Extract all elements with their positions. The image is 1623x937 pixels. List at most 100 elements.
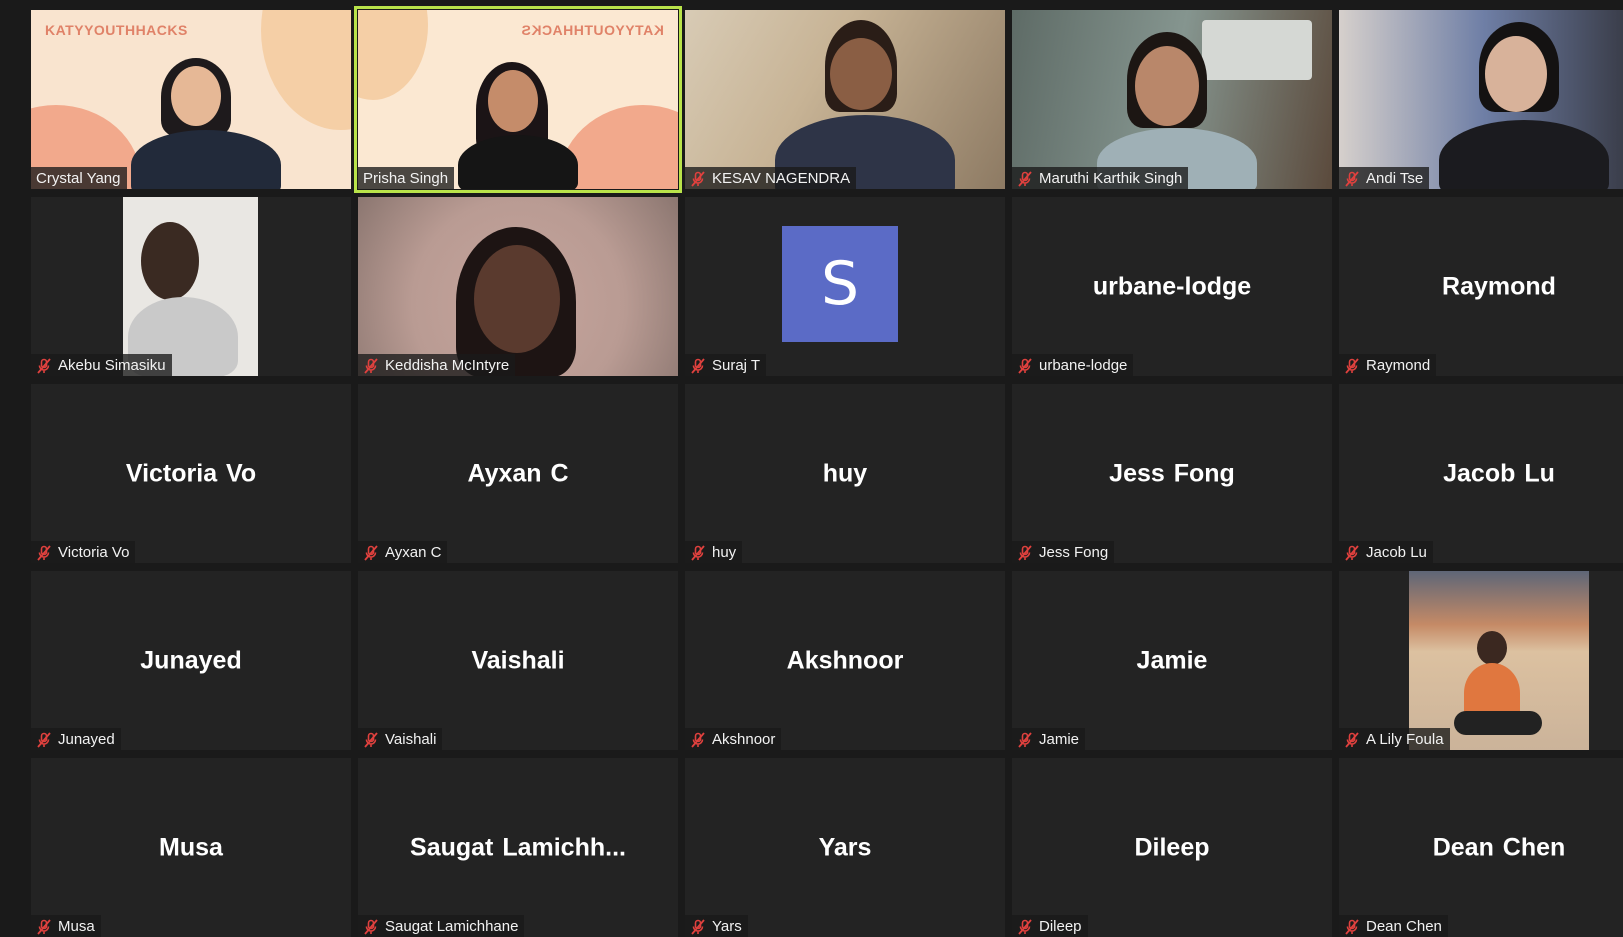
participant-display-name: urbane-lodge (1092, 272, 1252, 300)
participant-tile[interactable]: KATYYOUTHHACKS Crystal Yang (31, 10, 351, 189)
microphone-muted-icon (1018, 544, 1032, 561)
participant-name-label: Vaishali (358, 728, 443, 750)
participant-tile[interactable]: Vaishali Vaishali (358, 571, 678, 750)
participant-display-name: Musa (159, 833, 223, 861)
participant-tile[interactable]: Jacob Lu Jacob Lu (1339, 384, 1623, 563)
participant-display-name: Raymond (1442, 272, 1556, 300)
participant-display-name: Jamie (1136, 646, 1208, 674)
participant-name-label: Musa (31, 915, 101, 937)
participant-display-name: Jess Fong (1109, 459, 1235, 487)
participant-name-label: Victoria Vo (31, 541, 136, 563)
video-feed (1339, 10, 1623, 189)
participant-name-label: huy (685, 541, 743, 563)
participant-tile[interactable]: Jess Fong Jess Fong (1012, 384, 1332, 563)
participant-display-name: Dileep (1134, 833, 1210, 861)
participant-name-label: Jamie (1012, 728, 1086, 750)
microphone-muted-icon (364, 918, 378, 935)
participant-tile[interactable]: urbane-lodge urbane-lodge (1012, 197, 1332, 376)
participant-tile[interactable]: Saugat Lamichh... Saugat Lamichhane (358, 758, 678, 937)
brand-text: KATYYOUTHHACKS (521, 22, 664, 38)
participant-tile[interactable]: Raymond Raymond (1339, 197, 1623, 376)
microphone-muted-icon (37, 731, 51, 748)
participant-display-name: Akshnoor (786, 646, 904, 674)
participant-display-name: Ayxan C (467, 459, 569, 487)
microphone-muted-icon (1345, 357, 1359, 374)
participant-name-label: Dean Chen (1339, 915, 1448, 937)
video-feed (685, 10, 1005, 189)
participant-tile[interactable]: Musa Musa (31, 758, 351, 937)
participant-tile[interactable]: Junayed Junayed (31, 571, 351, 750)
avatar: S (782, 226, 898, 342)
participant-name-label: Maruthi Karthik Singh (1012, 167, 1189, 189)
microphone-muted-icon (1018, 357, 1032, 374)
video-feed: KATYYOUTHHACKS (31, 10, 351, 189)
participant-tile[interactable]: Dean Chen Dean Chen (1339, 758, 1623, 937)
video-feed (1409, 571, 1589, 750)
participant-display-name: Yars (818, 833, 872, 861)
participant-name-label: Jess Fong (1012, 541, 1115, 563)
participant-display-name: Jacob Lu (1443, 459, 1555, 487)
video-feed (123, 197, 258, 376)
participant-name-label: Prisha Singh (358, 167, 455, 189)
microphone-muted-icon (37, 357, 51, 374)
participant-tile[interactable]: S Suraj T (685, 197, 1005, 376)
microphone-muted-icon (691, 731, 705, 748)
brand-text: KATYYOUTHHACKS (45, 22, 188, 38)
participant-name-label: Suraj T (685, 354, 767, 376)
gallery-grid: KATYYOUTHHACKS Crystal Yang KATYYOUTHHAC… (31, 6, 1623, 937)
microphone-muted-icon (1345, 918, 1359, 935)
microphone-muted-icon (364, 357, 378, 374)
participant-name-label: A Lily Foula (1339, 728, 1450, 750)
participant-tile[interactable]: Akebu Simasiku (31, 197, 351, 376)
participant-tile[interactable]: Andi Tse (1339, 10, 1623, 189)
microphone-muted-icon (691, 357, 705, 374)
participant-tile[interactable]: Victoria Vo Victoria Vo (31, 384, 351, 563)
microphone-muted-icon (1345, 544, 1359, 561)
participant-display-name: Victoria Vo (125, 459, 257, 487)
participant-name-label: Akshnoor (685, 728, 782, 750)
participant-name-label: Jacob Lu (1339, 541, 1433, 563)
microphone-muted-icon (1345, 731, 1359, 748)
participant-display-name: huy (822, 459, 868, 487)
participant-tile[interactable]: Akshnoor Akshnoor (685, 571, 1005, 750)
participant-tile[interactable]: Maruthi Karthik Singh (1012, 10, 1332, 189)
participant-tile[interactable]: A Lily Foula (1339, 571, 1623, 750)
participant-tile[interactable]: Jamie Jamie (1012, 571, 1332, 750)
microphone-muted-icon (37, 918, 51, 935)
microphone-muted-icon (1018, 731, 1032, 748)
participant-name-label: KESAV NAGENDRA (685, 167, 857, 189)
participant-name-label: Raymond (1339, 354, 1437, 376)
participant-tile-active-speaker[interactable]: KATYYOUTHHACKS Prisha Singh (354, 6, 682, 193)
participant-display-name: Junayed (140, 646, 242, 674)
video-feed (358, 197, 678, 376)
microphone-muted-icon (1018, 918, 1032, 935)
participant-display-name: Saugat Lamichh... (410, 833, 626, 861)
microphone-muted-icon (364, 731, 378, 748)
participant-display-name: Vaishali (471, 646, 565, 674)
participant-name-label: Saugat Lamichhane (358, 915, 525, 937)
participant-tile[interactable]: Yars Yars (685, 758, 1005, 937)
participant-tile[interactable]: huy huy (685, 384, 1005, 563)
microphone-muted-icon (1018, 170, 1032, 187)
participant-display-name: Dean Chen (1432, 833, 1566, 861)
microphone-muted-icon (691, 918, 705, 935)
video-feed: KATYYOUTHHACKS (358, 10, 678, 189)
participant-name-label: Akebu Simasiku (31, 354, 172, 376)
microphone-muted-icon (364, 544, 378, 561)
participant-name-label: Crystal Yang (31, 167, 127, 189)
participant-name-label: Yars (685, 915, 748, 937)
microphone-muted-icon (37, 544, 51, 561)
participant-tile[interactable]: KESAV NAGENDRA (685, 10, 1005, 189)
participant-tile[interactable]: Dileep Dileep (1012, 758, 1332, 937)
participant-name-label: Ayxan C (358, 541, 448, 563)
participant-tile[interactable]: Ayxan C Ayxan C (358, 384, 678, 563)
video-feed (1012, 10, 1332, 189)
participant-name-label: Keddisha McIntyre (358, 354, 516, 376)
microphone-muted-icon (691, 170, 705, 187)
microphone-muted-icon (1345, 170, 1359, 187)
participant-tile[interactable]: Keddisha McIntyre (358, 197, 678, 376)
participant-name-label: Dileep (1012, 915, 1088, 937)
microphone-muted-icon (691, 544, 705, 561)
participant-name-label: Andi Tse (1339, 167, 1430, 189)
participant-name-label: Junayed (31, 728, 121, 750)
